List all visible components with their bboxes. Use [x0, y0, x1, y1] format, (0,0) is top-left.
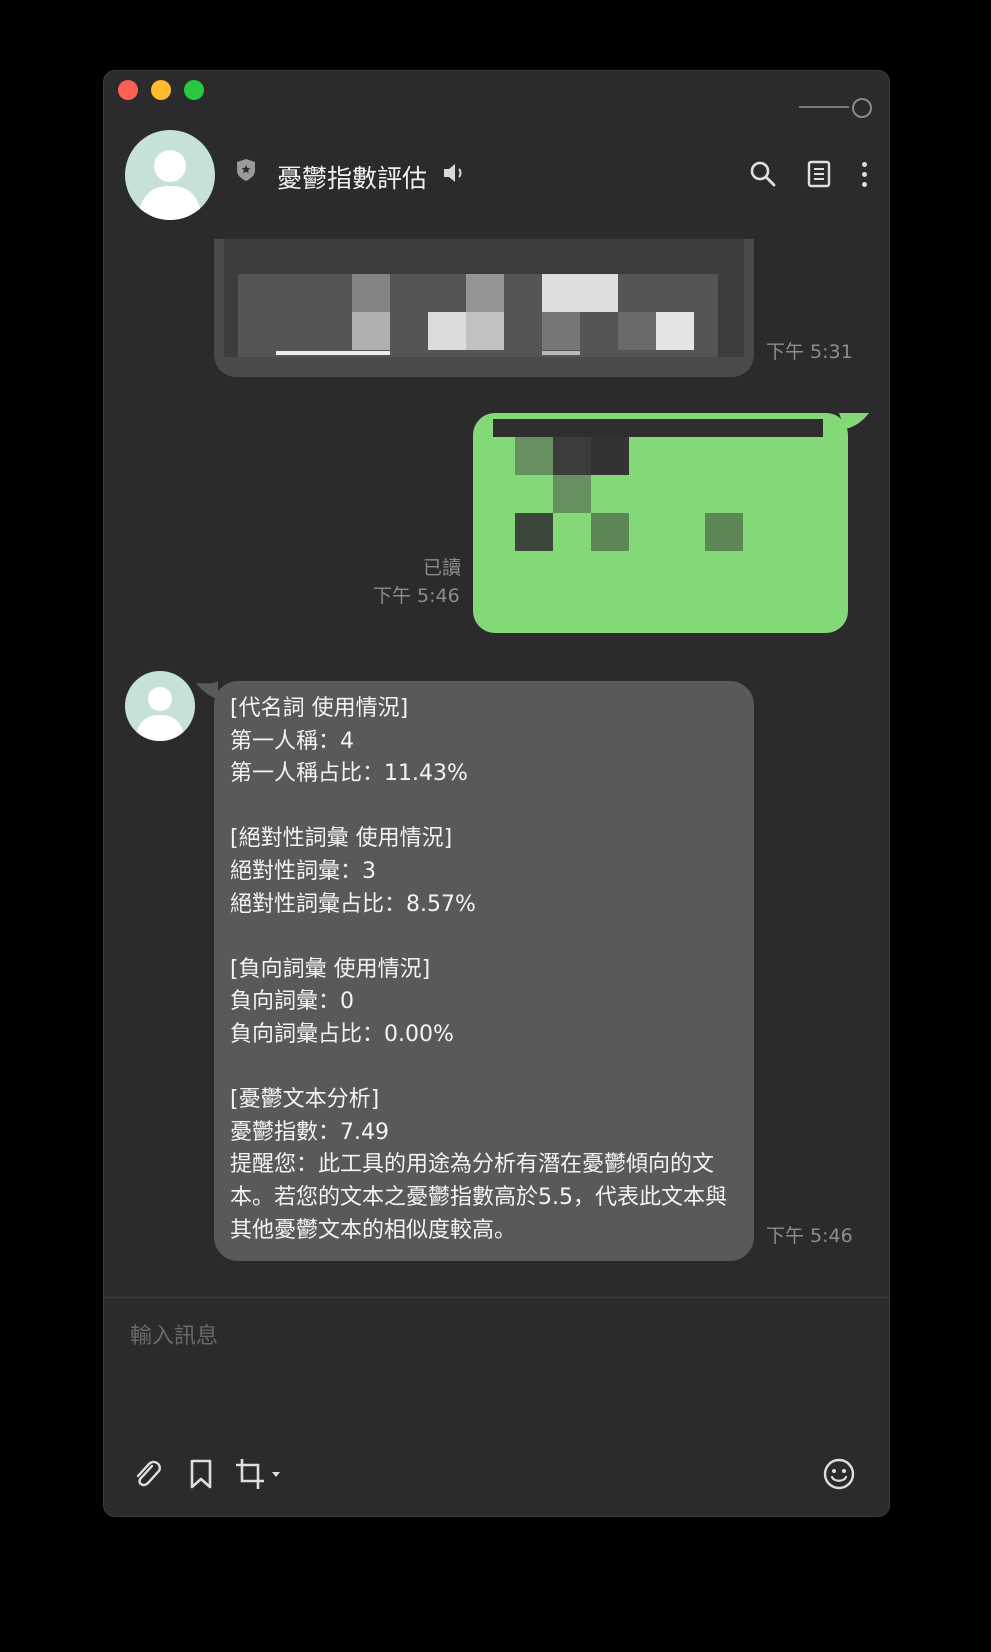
sent-image-message[interactable]: [473, 413, 848, 633]
emoji-icon[interactable]: [822, 1457, 856, 1491]
opacity-slider-knob[interactable]: [852, 98, 872, 118]
divider: [104, 1297, 889, 1298]
chat-title: 憂鬱指數評估: [277, 164, 428, 193]
zoom-window-button[interactable]: [184, 80, 204, 100]
note-icon[interactable]: [804, 159, 834, 189]
chat-window: 憂鬱指數評估 下午 5:31 已讀 下午 5:46 [代名詞 使用情況] 第一人…: [103, 70, 890, 1517]
message-input[interactable]: 輸入訊息: [130, 1318, 218, 1350]
image-thumbnail: [224, 239, 744, 357]
opacity-slider-track[interactable]: [799, 106, 849, 108]
paperclip-icon[interactable]: [130, 1457, 164, 1491]
message-time: 下午 5:46: [766, 1225, 853, 1247]
search-icon[interactable]: [748, 159, 778, 189]
image-message[interactable]: [214, 239, 754, 377]
bubble-tail: [839, 413, 869, 429]
analysis-message[interactable]: [代名詞 使用情況] 第一人稱：4 第一人稱占比：11.43% [絕對性詞彙 使…: [214, 681, 754, 1261]
chat-avatar[interactable]: [125, 130, 215, 220]
read-receipt: 已讀: [423, 557, 462, 579]
shield-icon: [237, 159, 255, 181]
minimize-window-button[interactable]: [151, 80, 171, 100]
speaker-icon[interactable]: [441, 161, 467, 185]
bookmark-icon[interactable]: [184, 1457, 218, 1491]
message-time: 下午 5:46: [373, 585, 460, 607]
more-icon[interactable]: [849, 159, 879, 189]
bot-avatar[interactable]: [125, 671, 195, 741]
close-window-button[interactable]: [118, 80, 138, 100]
crop-icon[interactable]: [234, 1457, 284, 1491]
message-time: 下午 5:31: [766, 341, 853, 363]
